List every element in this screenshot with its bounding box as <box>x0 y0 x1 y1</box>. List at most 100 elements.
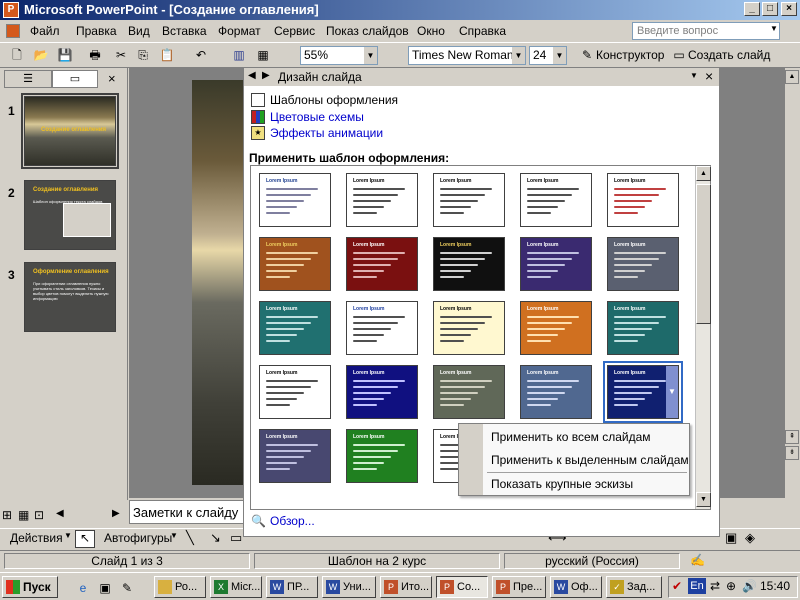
minimize-button[interactable]: _ <box>744 2 760 16</box>
scroll-right-icon[interactable]: ▶ <box>112 508 120 519</box>
autoshapes-menu[interactable]: Автофигуры <box>104 531 172 545</box>
design-template-thumbnail[interactable]: Lorem Ipsum <box>346 173 418 227</box>
design-template-thumbnail[interactable]: Lorem Ipsum <box>433 365 505 419</box>
arrow-icon[interactable]: ↘ <box>210 530 221 546</box>
menu-slideshow[interactable]: Показ слайдов <box>326 24 409 38</box>
maximize-button[interactable]: □ <box>762 2 778 16</box>
design-template-thumbnail[interactable]: Lorem Ipsum <box>346 301 418 355</box>
outline-tab[interactable]: ☰ <box>4 70 52 88</box>
slide-thumbnail-1[interactable]: Создание оглавления <box>21 93 119 169</box>
sorter-view-icon[interactable]: ▦ <box>18 508 29 522</box>
taskbar-item-folder[interactable]: Ро... <box>154 576 206 598</box>
color-schemes-link[interactable]: Цветовые схемы <box>270 110 364 124</box>
template-dropdown-icon[interactable]: ▼ <box>666 366 678 418</box>
copy-icon[interactable]: ⎘ <box>134 46 152 64</box>
forward-arrow-icon[interactable]: ▶ <box>262 70 270 81</box>
normal-view-icon[interactable]: ⊞ <box>2 508 12 522</box>
open-folder-icon[interactable]: 📂 <box>32 46 50 64</box>
design-template-thumbnail[interactable]: Lorem Ipsum <box>346 429 418 483</box>
show-large-previews[interactable]: Показать крупные эскизы <box>491 477 633 491</box>
close-button[interactable]: × <box>781 2 797 16</box>
table-icon[interactable]: ▦ <box>254 46 272 64</box>
designer-button[interactable]: Конструктор <box>596 48 664 62</box>
close-icon[interactable]: × <box>705 68 713 84</box>
design-template-thumbnail[interactable]: Lorem Ipsum <box>259 365 331 419</box>
language-indicator[interactable]: En <box>688 578 706 594</box>
print-icon[interactable]: 🖶 <box>86 46 104 64</box>
spelling-icon[interactable]: ✍ <box>690 553 705 567</box>
gallery-scrollbar[interactable]: ▲ ▼ <box>695 166 711 509</box>
apply-to-selected-slides[interactable]: Применить к выделенным слайдам <box>491 453 689 467</box>
close-panel-icon[interactable]: × <box>108 71 116 86</box>
save-icon[interactable]: 💾 <box>56 46 74 64</box>
slide-thumbnail-3[interactable]: Оформление оглавления При оформлении огл… <box>24 262 116 332</box>
design-template-thumbnail[interactable]: Lorem Ipsum <box>259 429 331 483</box>
powerpoint-icon[interactable]: P <box>3 2 19 18</box>
apply-to-all-slides[interactable]: Применить ко всем слайдам <box>491 430 651 444</box>
design-template-thumbnail[interactable]: Lorem Ipsum <box>607 237 679 291</box>
actions-menu[interactable]: Действия <box>10 531 63 545</box>
media-player-icon[interactable]: ✎ <box>118 579 136 597</box>
scroll-thumb[interactable] <box>696 184 711 324</box>
rectangle-icon[interactable]: ▭ <box>230 530 242 546</box>
design-template-thumbnail[interactable]: Lorem Ipsum <box>259 173 331 227</box>
scroll-left-icon[interactable]: ◀ <box>56 508 64 519</box>
taskbar-item-word[interactable]: W Уни... <box>322 576 376 598</box>
scroll-up-icon[interactable]: ▲ <box>785 70 799 84</box>
taskbar-item-word[interactable]: W Оф... <box>550 576 602 598</box>
design-template-thumbnail[interactable]: Lorem Ipsum <box>433 173 505 227</box>
chart-icon[interactable]: ▥ <box>230 46 248 64</box>
scroll-down-icon[interactable]: ▼ <box>696 492 711 507</box>
font-size-select[interactable]: 24 ▼ <box>529 46 567 65</box>
ask-dropdown-icon[interactable]: ▼ <box>770 24 778 33</box>
paste-icon[interactable]: 📋 <box>158 46 176 64</box>
zoom-select[interactable]: 55% ▼ <box>300 46 378 65</box>
menu-insert[interactable]: Вставка <box>162 24 207 38</box>
shadow-icon[interactable]: ▣ <box>725 530 737 546</box>
design-template-thumbnail[interactable]: Lorem Ipsum <box>346 237 418 291</box>
taskbar-item-task[interactable]: ✓ Зад... <box>606 576 662 598</box>
font-select[interactable]: Times New Roman ▼ <box>408 46 526 65</box>
taskbar-item-powerpoint-active[interactable]: P Со... <box>436 576 488 598</box>
select-pointer-icon[interactable]: ↖ <box>75 530 95 548</box>
start-button[interactable]: Пуск <box>2 576 58 598</box>
design-templates-link[interactable]: Шаблоны оформления <box>270 93 398 107</box>
slide-thumbnail-2[interactable]: Создание оглавления Шаблон оформления те… <box>24 180 116 250</box>
menu-view[interactable]: Вид <box>128 24 150 38</box>
design-template-thumbnail[interactable]: Lorem Ipsum <box>607 173 679 227</box>
new-document-icon[interactable]: 🗋 <box>8 46 26 64</box>
design-template-thumbnail[interactable]: Lorem Ipsum <box>346 365 418 419</box>
menu-help[interactable]: Справка <box>459 24 506 38</box>
cut-icon[interactable]: ✂ <box>112 46 130 64</box>
taskbar-item-excel[interactable]: X Micr... <box>210 576 262 598</box>
taskbar-item-powerpoint[interactable]: P Пре... <box>492 576 546 598</box>
menu-tools[interactable]: Сервис <box>274 24 315 38</box>
next-slide-icon[interactable]: ⇟ <box>785 446 799 460</box>
internet-explorer-icon[interactable]: e <box>74 579 92 597</box>
volume-icon[interactable]: 🔊 <box>742 579 757 593</box>
design-template-thumbnail[interactable]: Lorem Ipsum <box>259 301 331 355</box>
menu-window[interactable]: Окно <box>417 24 445 38</box>
network-icon[interactable]: ⇄ <box>710 579 720 593</box>
animation-effects-link[interactable]: Эффекты анимации <box>270 126 383 140</box>
network-icon[interactable]: ⊕ <box>726 579 736 593</box>
menu-file[interactable]: Файл <box>30 24 60 38</box>
ask-question-input[interactable]: Введите вопрос <box>632 22 780 40</box>
previous-slide-icon[interactable]: ⇞ <box>785 430 799 444</box>
scroll-up-icon[interactable]: ▲ <box>696 166 711 181</box>
design-template-thumbnail[interactable]: Lorem Ipsum <box>433 237 505 291</box>
line-icon[interactable]: ╲ <box>186 530 194 546</box>
slides-tab[interactable]: ▭ <box>52 70 98 88</box>
document-icon[interactable] <box>6 24 20 38</box>
antivirus-icon[interactable]: ✔ <box>672 579 682 593</box>
design-template-thumbnail[interactable]: Lorem Ipsum ▼ <box>603 361 683 423</box>
undo-icon[interactable]: ↶ <box>192 46 210 64</box>
design-template-thumbnail[interactable]: Lorem Ipsum <box>433 301 505 355</box>
chevron-down-icon[interactable]: ▼ <box>690 71 698 80</box>
design-template-thumbnail[interactable]: Lorem Ipsum <box>520 173 592 227</box>
notes-field[interactable]: Заметки к слайду <box>129 500 249 524</box>
design-template-thumbnail[interactable]: Lorem Ipsum <box>520 365 592 419</box>
design-template-thumbnail[interactable]: Lorem Ipsum <box>520 301 592 355</box>
taskbar-item-word[interactable]: W ПР... <box>266 576 318 598</box>
design-template-thumbnail[interactable]: Lorem Ipsum <box>520 237 592 291</box>
